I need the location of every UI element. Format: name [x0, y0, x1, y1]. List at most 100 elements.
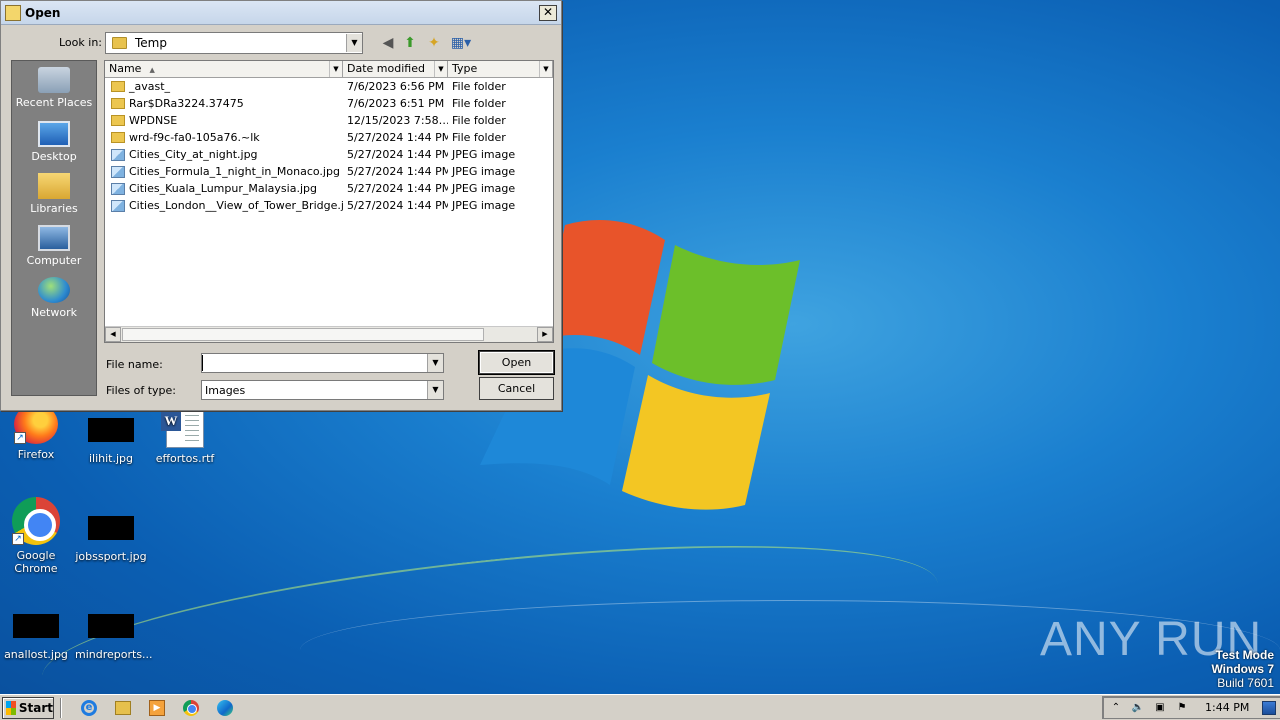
file-name: wrd-f9c-fa0-105a76.~lk [129, 131, 260, 144]
file-row[interactable]: wrd-f9c-fa0-105a76.~lk 5/27/2024 1:44 PM… [105, 129, 553, 146]
show-hidden-icons-button[interactable]: ⌃ [1109, 701, 1123, 715]
desktop-icon-anallost[interactable]: anallost.jpg [0, 604, 72, 661]
file-type: JPEG image [452, 148, 516, 161]
file-date: 5/27/2024 1:44 PM [347, 199, 448, 212]
scroll-left-button[interactable]: ◀ [105, 327, 121, 342]
chevron-down-icon[interactable]: ▼ [434, 61, 447, 77]
place-network[interactable]: Network [12, 277, 96, 319]
recent-places-icon [38, 67, 70, 93]
back-button[interactable]: ◀ [379, 34, 397, 52]
taskbar-app-media-player[interactable]: ▶ [146, 697, 168, 719]
scroll-right-button[interactable]: ▶ [537, 327, 553, 342]
file-name-combo: ▼ [201, 353, 444, 373]
file-list: Name ▲ ▼ Date modified ▼ Type ▼ _avast_ 7… [104, 60, 554, 343]
desktop-icon-label: anallost.jpg [4, 648, 68, 661]
folder-icon [112, 37, 127, 49]
look-in-row: Look in: Temp ▼ ◀ ⬆ ✦ ▦▾ [1, 31, 561, 55]
start-button[interactable]: Start [2, 696, 54, 719]
column-header-date[interactable]: Date modified ▼ [343, 61, 448, 78]
test-mode-line: Test Mode [1215, 648, 1274, 662]
place-recent-places[interactable]: Recent Places [12, 67, 96, 109]
chrome-icon [183, 699, 199, 716]
sort-ascending-icon: ▲ [149, 66, 155, 74]
volume-icon[interactable]: 🔈 [1131, 701, 1145, 715]
scrollbar-thumb[interactable] [122, 328, 484, 341]
horizontal-scrollbar[interactable]: ◀ ▶ [105, 326, 553, 342]
desktop-icon-jobssport[interactable]: jobssport.jpg [75, 506, 147, 563]
desktop-icon-label: ilihit.jpg [88, 452, 134, 465]
file-type: JPEG image [452, 182, 516, 195]
file-name-label: File name: [106, 358, 163, 371]
dialog-titlebar[interactable]: Open ✕ [1, 1, 561, 25]
network-tray-icon[interactable]: ▣ [1153, 701, 1167, 715]
look-in-dropdown[interactable]: Temp ▼ [105, 32, 363, 54]
new-folder-icon: ✦ [428, 35, 440, 51]
file-row[interactable]: Cities_Formula_1_night_in_Monaco.jpg 5/2… [105, 163, 553, 180]
chevron-down-icon[interactable]: ▼ [427, 381, 443, 399]
file-name: _avast_ [129, 80, 171, 93]
network-icon [38, 277, 70, 303]
chevron-down-icon[interactable]: ▼ [427, 354, 443, 372]
file-type: JPEG image [452, 165, 516, 178]
place-desktop[interactable]: Desktop [12, 121, 96, 163]
up-folder-icon: ⬆ [404, 35, 416, 51]
place-label: Computer [26, 254, 82, 267]
image-file-icon [111, 165, 125, 178]
cancel-button[interactable]: Cancel [479, 377, 554, 400]
place-libraries[interactable]: Libraries [12, 173, 96, 215]
chevron-down-icon[interactable]: ▼ [346, 34, 362, 52]
build-line: Build 7601 [1217, 676, 1274, 690]
file-type: JPEG image [452, 199, 516, 212]
place-computer[interactable]: Computer [12, 225, 96, 267]
file-row[interactable]: _avast_ 7/6/2023 6:56 PM File folder [105, 78, 553, 95]
folder-icon [111, 115, 125, 126]
taskbar-app-edge[interactable] [214, 697, 236, 719]
file-name-input[interactable] [202, 355, 427, 371]
open-button[interactable]: Open [479, 351, 554, 374]
image-file-icon [88, 516, 134, 540]
file-row[interactable]: Rar$DRa3224.37475 7/6/2023 6:51 PM File … [105, 95, 553, 112]
up-folder-button[interactable]: ⬆ [401, 34, 419, 52]
close-button[interactable]: ✕ [539, 4, 557, 21]
desktop-icon-label: mindreports... [75, 648, 153, 661]
chevron-down-icon[interactable]: ▼ [539, 61, 552, 77]
image-file-icon [111, 148, 125, 161]
desktop-icon-label: Firefox [17, 448, 55, 461]
new-folder-button[interactable]: ✦ [425, 34, 443, 52]
desktop-icon-mindreports[interactable]: mindreports... [75, 604, 153, 661]
desktop-icon-ilihit[interactable]: ilihit.jpg [75, 408, 147, 465]
column-header-type[interactable]: Type ▼ [448, 61, 553, 78]
open-dialog: Open ✕ Look in: Temp ▼ ◀ ⬆ ✦ ▦▾ Recent P… [0, 0, 562, 411]
chevron-down-icon[interactable]: ▼ [329, 61, 342, 77]
desktop-icon-label: jobssport.jpg [75, 550, 147, 563]
look-in-label: Look in: [59, 36, 102, 49]
chrome-icon: ↗ [12, 497, 60, 545]
word-document-icon [161, 406, 204, 448]
view-menu-button[interactable]: ▦▾ [449, 34, 473, 52]
desktop-icon-chrome[interactable]: ↗ Google Chrome [0, 497, 72, 575]
file-row[interactable]: Cities_City_at_night.jpg 5/27/2024 1:44 … [105, 146, 553, 163]
file-date: 5/27/2024 1:44 PM [347, 165, 448, 178]
file-date: 5/27/2024 1:44 PM [347, 182, 448, 195]
action-center-flag-icon[interactable]: ⚑ [1175, 701, 1189, 715]
file-row[interactable]: Cities_Kuala_Lumpur_Malaysia.jpg 5/27/20… [105, 180, 553, 197]
taskbar-app-ie[interactable]: e [78, 697, 100, 719]
places-bar: Recent Places Desktop Libraries Computer… [11, 60, 97, 396]
show-desktop-button[interactable] [1262, 701, 1276, 715]
dialog-title: Open [25, 5, 61, 20]
taskbar-clock[interactable]: 1:44 PM [1205, 701, 1249, 714]
file-row[interactable]: WPDNSE 12/15/2023 7:58… File folder [105, 112, 553, 129]
file-date: 12/15/2023 7:58… [347, 114, 448, 127]
files-of-type-dropdown[interactable]: Images ▼ [201, 380, 444, 400]
folder-icon [5, 4, 21, 21]
file-type: File folder [452, 80, 506, 93]
desktop-icon-firefox[interactable]: ↗ Firefox [0, 404, 72, 461]
files-of-type-label: Files of type: [106, 384, 177, 397]
desktop-icon-label: Google Chrome [14, 549, 58, 575]
file-row[interactable]: Cities_London__View_of_Tower_Bridge.jpg … [105, 197, 553, 214]
desktop-icon-effortos[interactable]: effortos.rtf [149, 406, 221, 465]
taskbar-app-explorer[interactable] [112, 697, 134, 719]
column-header-name[interactable]: Name ▲ ▼ [105, 61, 343, 78]
taskbar-app-chrome[interactable] [180, 697, 202, 719]
look-in-value: Temp [135, 36, 167, 50]
